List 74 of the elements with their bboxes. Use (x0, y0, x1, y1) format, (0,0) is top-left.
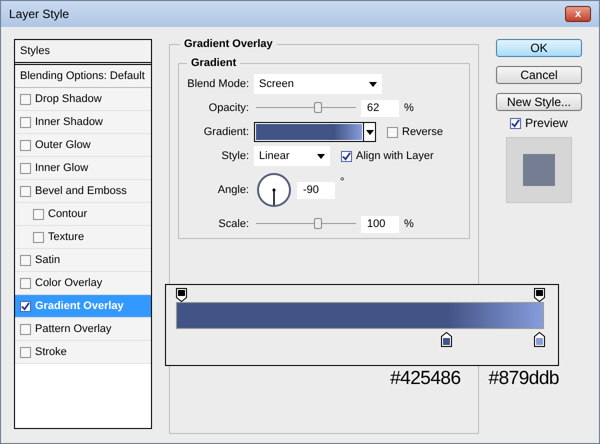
list-item[interactable]: Outer Glow (15, 134, 151, 157)
list-item[interactable]: Inner Glow (15, 157, 151, 180)
item-label: Inner Shadow (35, 116, 103, 128)
field-label: Opacity: (208, 102, 249, 114)
dialog-button[interactable]: Cancel (496, 66, 582, 84)
list-header: Styles (15, 40, 151, 65)
preview-swatch (523, 154, 555, 186)
window-title: Layer Style (9, 7, 70, 21)
item-label: Satin (35, 254, 60, 266)
group-title: Gradient (187, 57, 240, 69)
checkbox[interactable] (20, 162, 31, 174)
checkbox[interactable] (20, 140, 31, 150)
checkbox[interactable] (20, 186, 31, 196)
list-item[interactable]: Texture (15, 226, 151, 249)
angle-field[interactable]: -90 (297, 182, 335, 198)
checkbox[interactable] (20, 254, 31, 266)
list-item[interactable]: Color Overlay (15, 272, 151, 295)
item-label: Contour (48, 208, 88, 220)
field-label: Gradient: (202, 126, 249, 138)
item-label: Bevel and Emboss (35, 185, 127, 197)
color-code-label: #879ddb (488, 368, 559, 390)
item-label: Drop Shadow (35, 93, 102, 105)
checkbox[interactable] (20, 278, 31, 288)
blend-mode-dropdown[interactable]: Screen (254, 74, 382, 94)
checkbox[interactable] (341, 150, 352, 162)
color-stop-icon[interactable] (440, 332, 452, 347)
list-item[interactable]: Blending Options: Default (15, 65, 151, 88)
checkbox-label: Align with Layer (356, 150, 434, 162)
opacity-stop-icon[interactable] (176, 288, 187, 302)
item-label: Outer Glow (35, 139, 91, 151)
list-item[interactable]: Inner Shadow (15, 111, 151, 134)
list-item[interactable]: Satin (15, 249, 151, 272)
list-item[interactable]: Bevel and Emboss (15, 180, 151, 203)
item-label: Texture (48, 231, 84, 243)
unit-label: % (404, 102, 414, 114)
item-label: Stroke (35, 346, 67, 358)
gradient-picker[interactable] (254, 122, 376, 142)
checkbox[interactable] (33, 208, 44, 220)
checkbox[interactable] (20, 94, 31, 104)
dialog-button[interactable]: OK (496, 39, 582, 57)
checkbox-label: Preview (525, 116, 568, 130)
list-item[interactable]: Contour (15, 203, 151, 226)
item-label: Pattern Overlay (35, 323, 112, 335)
checkbox[interactable] (510, 118, 522, 128)
section-title: Gradient Overlay (180, 38, 277, 50)
color-code-label: #425486 (390, 368, 461, 390)
checkbox[interactable] (20, 346, 31, 358)
slider-thumb[interactable] (314, 218, 322, 229)
list-item[interactable]: Drop Shadow (15, 88, 151, 111)
item-label: Inner Glow (35, 162, 88, 174)
color-stop-icon[interactable] (534, 332, 545, 347)
item-label: Color Overlay (35, 277, 102, 289)
checkbox[interactable] (387, 126, 398, 138)
field-label: Angle: (216, 184, 249, 196)
opacity-field[interactable]: 62 (361, 100, 399, 116)
unit-label: % (404, 218, 414, 230)
dialog-button[interactable]: New Style... (496, 93, 582, 111)
checkbox-label: Reverse (402, 126, 443, 138)
scale-field[interactable]: 100 (361, 216, 399, 232)
checkbox[interactable] (33, 232, 44, 242)
style-dropdown[interactable]: Linear (254, 146, 330, 166)
unit-label: ° (340, 176, 344, 188)
slider-thumb[interactable] (314, 102, 322, 113)
angle-dial[interactable] (256, 172, 292, 208)
checkbox[interactable] (20, 116, 31, 128)
opacity-stop-icon[interactable] (534, 288, 545, 302)
item-label: Gradient Overlay (35, 300, 124, 312)
field-label: Scale: (217, 218, 249, 230)
field-label: Blend Mode: (186, 78, 249, 90)
field-label: Style: (220, 150, 249, 162)
checkbox[interactable] (20, 300, 31, 312)
list-item[interactable]: Pattern Overlay (15, 318, 151, 341)
checkbox[interactable] (20, 324, 31, 334)
list-item[interactable]: Stroke (15, 341, 151, 364)
